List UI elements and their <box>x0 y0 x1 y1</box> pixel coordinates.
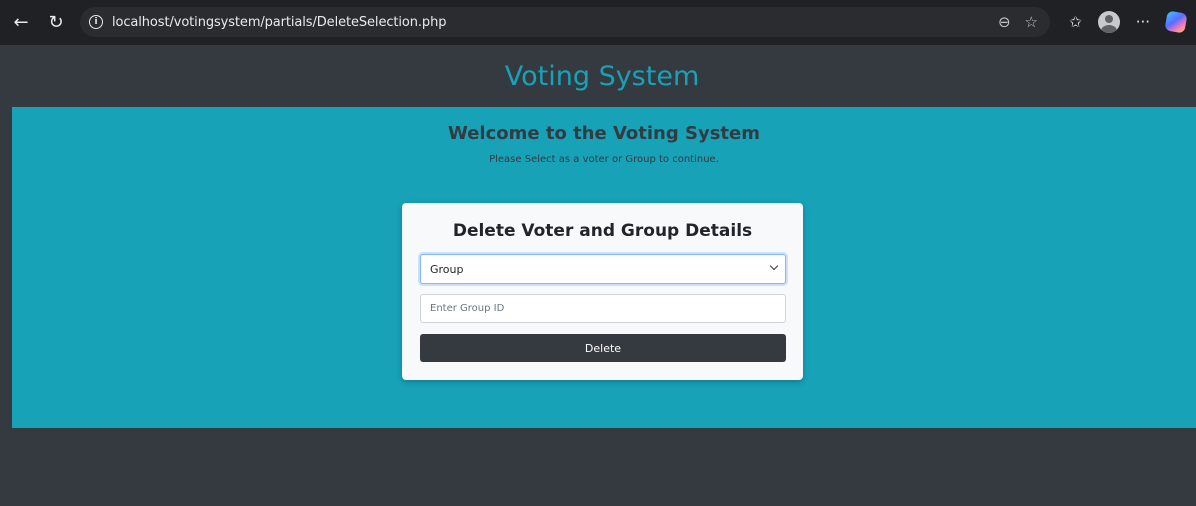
info-icon[interactable]: i <box>89 15 103 29</box>
site-header: Voting System <box>8 45 1196 107</box>
type-select[interactable]: Group <box>420 254 786 284</box>
back-arrow-icon[interactable]: ← <box>8 10 34 36</box>
chevron-down-icon <box>769 261 779 271</box>
browser-tools: ✩ ··· <box>1069 9 1188 35</box>
welcome-subtitle: Please Select as a voter or Group to con… <box>489 154 719 165</box>
welcome-section: Welcome to the Voting System Please Sele… <box>12 107 1196 428</box>
copilot-icon[interactable] <box>1164 10 1188 34</box>
type-select-value: Group <box>430 262 464 276</box>
more-icon[interactable]: ··· <box>1136 13 1150 31</box>
favorites-icon[interactable]: ✩ <box>1069 13 1082 31</box>
page: Voting System Welcome to the Voting Syst… <box>8 45 1196 506</box>
address-bar[interactable]: i localhost/votingsystem/partials/Delete… <box>80 7 1050 37</box>
star-icon[interactable]: ☆ <box>1025 13 1038 31</box>
profile-avatar-icon[interactable] <box>1097 11 1120 33</box>
address-bar-actions: ⊖ ☆ <box>998 7 1038 37</box>
delete-form-card: Delete Voter and Group Details Group Del… <box>402 203 803 380</box>
zoom-icon[interactable]: ⊖ <box>998 13 1011 31</box>
url-text: localhost/votingsystem/partials/DeleteSe… <box>112 14 447 30</box>
delete-button[interactable]: Delete <box>420 334 786 362</box>
group-id-input[interactable] <box>420 294 786 323</box>
site-title: Voting System <box>504 61 700 92</box>
delete-form-title: Delete Voter and Group Details <box>452 221 753 241</box>
reload-icon[interactable]: ↻ <box>43 10 69 36</box>
browser-toolbar: ← ↻ i localhost/votingsystem/partials/De… <box>0 0 1196 45</box>
welcome-title: Welcome to the Voting System <box>447 123 761 144</box>
